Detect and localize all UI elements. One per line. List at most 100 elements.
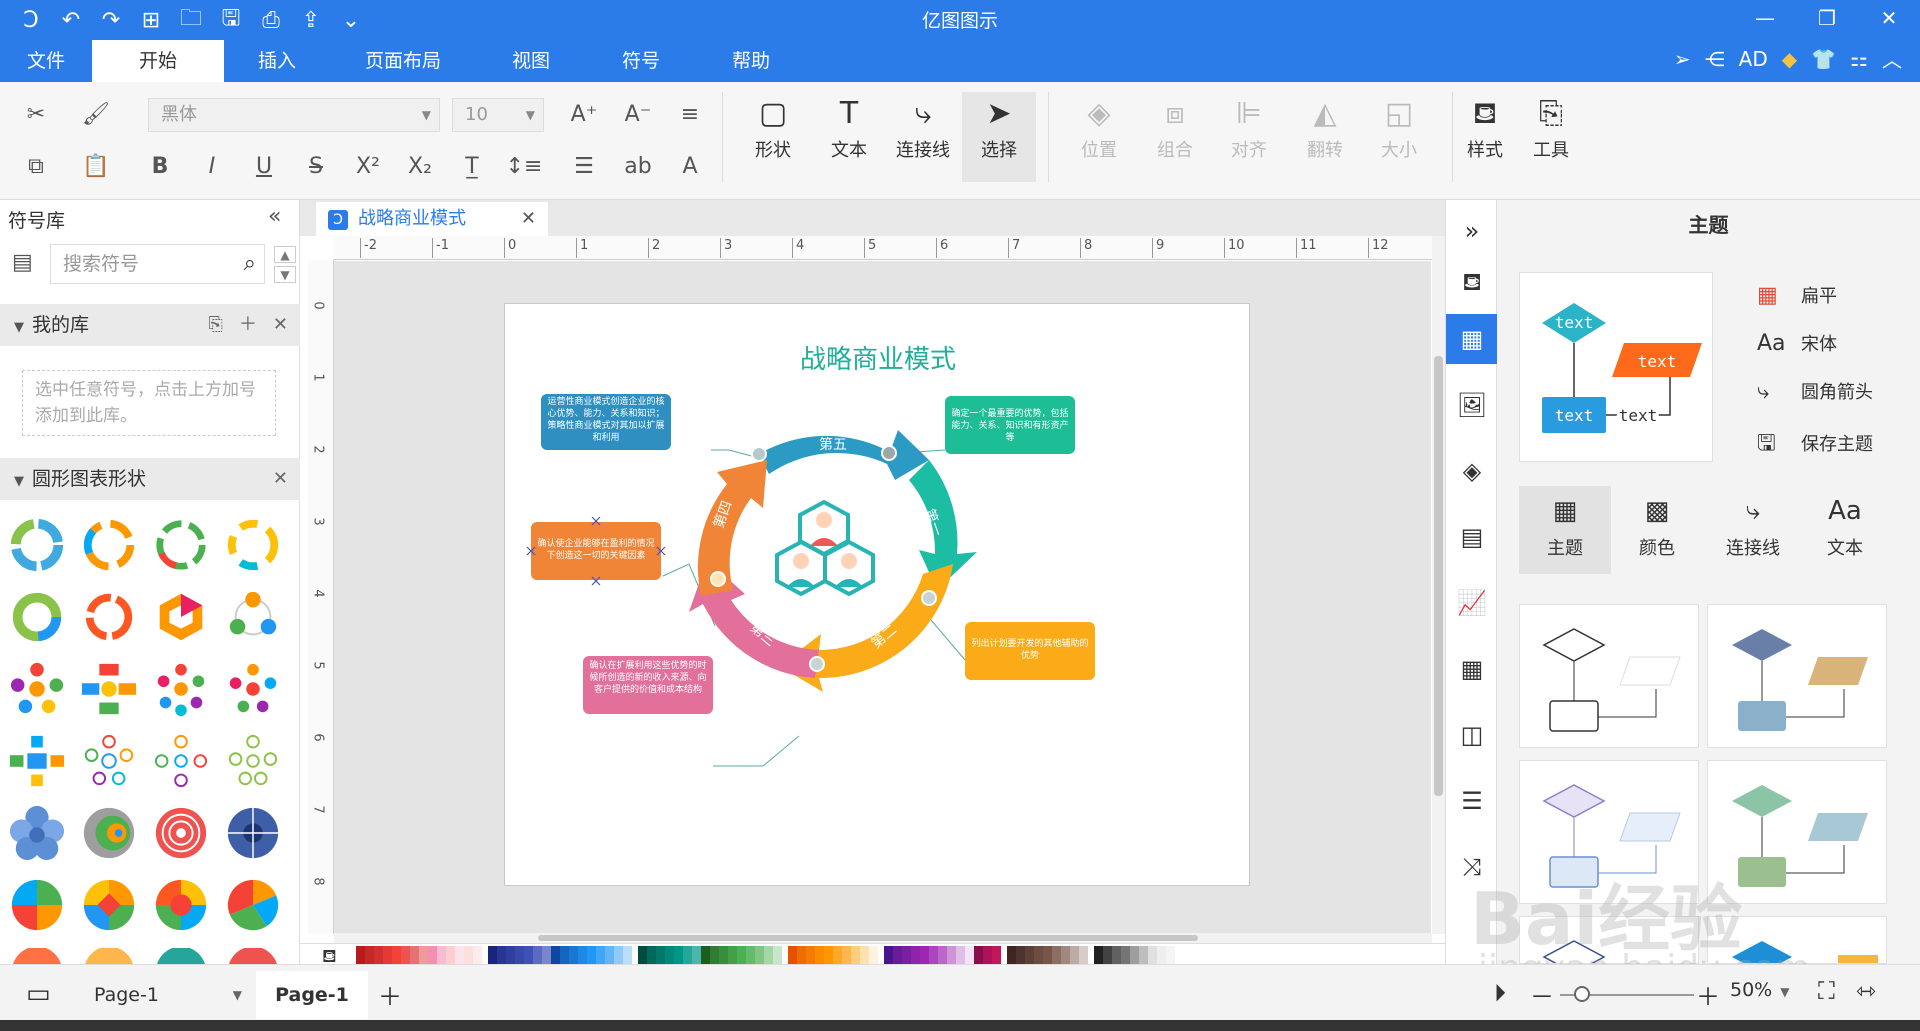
canvas[interactable]: 战略商业模式 第五 第一 第二 第三 第四 运营性商业模式创造企业的核心优势、能… [334, 261, 1431, 933]
theme-thumbnail[interactable] [1519, 604, 1699, 748]
data-icon[interactable]: ◫ [1446, 710, 1498, 760]
option-rounded-arrow[interactable]: ⤷ 圆角箭头 [1757, 378, 1873, 404]
theme-thumbnail[interactable] [1707, 604, 1887, 748]
zoom-slider-thumb[interactable] [1574, 986, 1590, 1002]
text-align-icon[interactable]: ≡ [672, 96, 708, 132]
zoom-level[interactable]: 50% ▼ [1730, 979, 1789, 1001]
page-select[interactable]: Page-1 ▼ [80, 975, 250, 1015]
connector-button[interactable]: ⤷ 连接线 [886, 92, 960, 182]
tab-view[interactable]: 视图 [476, 40, 586, 82]
page-tab[interactable]: Page-1 [256, 971, 368, 1019]
image-icon[interactable]: 🖼 [1446, 380, 1498, 430]
expand-panel-icon[interactable]: » [1446, 206, 1498, 256]
quadrant-circle-shape[interactable] [8, 876, 66, 934]
document-tab[interactable]: Ɔ 战略商业模式 ✕ [316, 202, 548, 236]
nodes-cycle-shape[interactable] [224, 588, 282, 646]
theme-icon[interactable]: ▦ [1446, 314, 1498, 364]
tab-symbols[interactable]: 符号 [586, 40, 696, 82]
diagram-title[interactable]: 战略商业模式 [800, 345, 956, 375]
close-icon[interactable]: ✕ [273, 304, 288, 346]
add-icon[interactable]: ＋ [239, 304, 257, 346]
select-button[interactable]: ➤ 选择 [962, 92, 1036, 182]
close-icon[interactable]: ✕ [1858, 0, 1920, 36]
bullet-list-icon[interactable]: ☰ [566, 148, 602, 184]
tab-insert[interactable]: 插入 [224, 40, 330, 82]
tools-button[interactable]: ⎘ 工具 [1514, 92, 1588, 182]
vertical-scrollbar[interactable] [1432, 236, 1445, 934]
superscript-icon[interactable]: X² [350, 148, 386, 184]
nested-circles-shape[interactable] [80, 804, 138, 862]
position-button[interactable]: ◈ 位置 [1062, 92, 1136, 182]
play-icon[interactable]: ⏵ [1494, 979, 1506, 1007]
font-color-icon[interactable]: A [672, 148, 708, 184]
radial-circles-shape[interactable] [224, 660, 282, 718]
italic-icon[interactable]: I [194, 148, 230, 184]
paste-icon[interactable]: 📋 [78, 148, 114, 184]
fit-width-icon[interactable]: ⇿ [1856, 977, 1876, 1005]
format-icon[interactable]: ☰ [1446, 776, 1498, 826]
user-account[interactable]: AD [1739, 47, 1768, 71]
outline-circles-shape[interactable] [80, 732, 138, 790]
horizontal-scroll-thumb[interactable] [538, 935, 1198, 941]
copy-icon[interactable]: ⧉ [18, 148, 54, 184]
zoom-out-icon[interactable]: － [1530, 977, 1554, 1012]
shape-button[interactable]: ▢ 形状 [736, 92, 810, 182]
radial-boxes-shape[interactable] [80, 660, 138, 718]
style-button[interactable]: ⛾ 样式 [1448, 92, 1522, 182]
outline-nodes-shape[interactable] [152, 732, 210, 790]
tab-help[interactable]: 帮助 [696, 40, 806, 82]
scroll-down-icon[interactable]: ▼ [274, 266, 296, 283]
radial-dots-shape[interactable] [152, 660, 210, 718]
strikethrough-icon[interactable]: S [298, 148, 334, 184]
category-connector[interactable]: ⤷ 连接线 [1707, 486, 1799, 574]
bold-icon[interactable]: B [142, 148, 178, 184]
text-case-icon[interactable]: ab [620, 148, 656, 184]
collapse-ribbon-icon[interactable]: ︿ [1882, 44, 1902, 73]
target-shape[interactable] [152, 804, 210, 862]
format-painter-icon[interactable]: 🖌 [78, 96, 114, 132]
collapse-panel-icon[interactable]: « [268, 204, 281, 229]
radial-pie-shape[interactable] [224, 804, 282, 862]
size-button[interactable]: ◱ 大小 [1362, 92, 1436, 182]
minimize-icon[interactable]: — [1734, 0, 1796, 36]
underline-icon[interactable]: U [246, 148, 282, 184]
fit-page-icon[interactable]: ⛶ [1818, 977, 1835, 1005]
library-menu-icon[interactable]: ▤ [12, 250, 33, 275]
tab-page-layout[interactable]: 页面布局 [330, 40, 476, 82]
category-text[interactable]: Aa 文本 [1799, 486, 1891, 574]
horizontal-scrollbar[interactable] [334, 933, 1432, 943]
my-library-header[interactable]: ▼ 我的库 ⎘ ＋ ✕ [0, 304, 300, 346]
search-icon[interactable]: ⌕ [244, 245, 256, 283]
flip-button[interactable]: ◭ 翻转 [1288, 92, 1362, 182]
page-icon[interactable]: ▤ [1446, 512, 1498, 562]
fill-icon[interactable]: ⛾ [1446, 258, 1498, 308]
symbol-search-input[interactable]: 搜索符号 ⌕ [50, 244, 265, 284]
ring-dots-shape[interactable] [8, 588, 66, 646]
theme-preview[interactable]: text text text text [1519, 272, 1713, 462]
category-theme[interactable]: ▦ 主题 [1519, 486, 1611, 574]
import-icon[interactable]: ⎘ [209, 304, 223, 346]
menu-file[interactable]: 文件 [0, 40, 92, 82]
share-icon[interactable]: ⋲ [1705, 47, 1725, 71]
page-view-icon[interactable]: ▭ [26, 979, 51, 1009]
segment-fourth[interactable] [697, 460, 767, 596]
group-button[interactable]: ⧈ 组合 [1138, 92, 1212, 182]
text-format-icon[interactable]: T̲ [454, 148, 490, 184]
layers-icon[interactable]: ◈ [1446, 446, 1498, 496]
subscript-icon[interactable]: X₂ [402, 148, 438, 184]
font-grow-icon[interactable]: A⁺ [566, 96, 602, 132]
close-icon[interactable]: ✕ [273, 458, 288, 500]
vertical-scroll-thumb[interactable] [1434, 356, 1443, 796]
line-spacing-icon[interactable]: ↕≡ [506, 148, 543, 184]
option-save-theme[interactable]: 🖫 保存主题 [1757, 426, 1873, 464]
add-page-icon[interactable]: ＋ [378, 977, 402, 1012]
option-flat[interactable]: ▦ 扁平 [1757, 282, 1837, 308]
pie-chart-shape[interactable] [224, 876, 282, 934]
option-font[interactable]: Aa 宋体 [1757, 330, 1837, 356]
diamond-circle-shape[interactable] [80, 876, 138, 934]
font-shrink-icon[interactable]: A⁻ [620, 96, 656, 132]
ring-dash-shape[interactable] [224, 516, 282, 574]
ring-arrow-shape[interactable] [80, 516, 138, 574]
ring-segments-shape[interactable] [152, 516, 210, 574]
hexagon-cycle-shape[interactable] [152, 588, 210, 646]
